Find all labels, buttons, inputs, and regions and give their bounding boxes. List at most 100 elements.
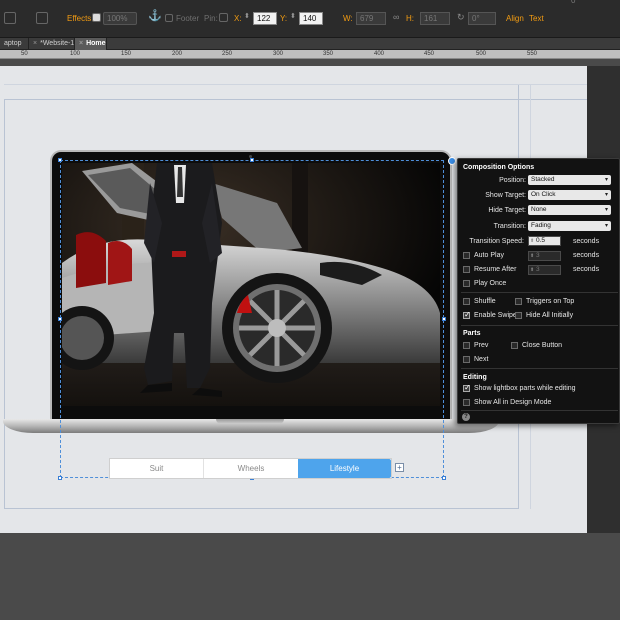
next-checkbox[interactable] [463, 356, 470, 363]
tab-suit-label: Suit [149, 464, 164, 473]
x-label: X: [234, 14, 242, 23]
close-icon[interactable]: × [33, 40, 37, 47]
tab-website[interactable]: × *Website-1 [29, 38, 75, 50]
ruler-number: 550 [527, 51, 538, 57]
y-input[interactable]: 140 [299, 12, 323, 25]
opacity-field[interactable]: 100% [103, 12, 137, 25]
play-once-checkbox[interactable] [463, 280, 470, 287]
h-input[interactable]: 161 [420, 12, 450, 25]
horizontal-ruler[interactable]: 50 100 150 200 250 300 350 400 450 500 5… [0, 50, 620, 59]
next-label: Next [474, 356, 489, 363]
tab-home-label: Home [86, 40, 106, 47]
play-once-label: Play Once [474, 280, 507, 287]
ruler-number: 300 [273, 51, 284, 57]
resume-after-checkbox[interactable] [463, 266, 470, 273]
chevron-down-icon: ▾ [604, 177, 608, 183]
hide-target-value: None [531, 206, 547, 213]
anchor-icon[interactable]: ⚓ [148, 11, 162, 22]
hide-target-label: Hide Target: [488, 207, 526, 214]
close-icon[interactable]: × [79, 40, 83, 47]
seconds-label: seconds [573, 266, 600, 273]
seconds-label: seconds [573, 238, 600, 245]
x-input[interactable]: 122 [253, 12, 277, 25]
tab-lifestyle[interactable]: Lifestyle [298, 459, 391, 478]
add-tab-button[interactable]: + [395, 463, 404, 472]
resize-handle[interactable] [58, 317, 62, 321]
footer-checkbox[interactable] [165, 14, 173, 22]
effects-swatch-icon[interactable] [92, 13, 101, 22]
guide-line [4, 99, 587, 100]
section-divider [461, 292, 618, 293]
link-proportions-icon[interactable]: ∞ [393, 12, 399, 22]
y-label: Y: [280, 14, 288, 23]
position-value: Stacked [531, 176, 555, 183]
help-icon[interactable]: ? [462, 413, 470, 421]
show-all-design-checkbox[interactable] [463, 399, 470, 406]
resize-handle[interactable] [442, 317, 446, 321]
transition-speed-input[interactable]: ⬍ 0.5 [528, 236, 561, 246]
crop-icon[interactable] [4, 12, 16, 24]
pin-grid-icon[interactable] [219, 13, 228, 22]
ruler-number: 450 [424, 51, 435, 57]
guide-line [4, 99, 5, 509]
tab-home[interactable]: × Home [75, 38, 107, 50]
control-toolbar: Effects: 100% ⚓ Footer Pin: X: ⬍ 122 Y: … [0, 0, 620, 38]
h-label: H: [406, 14, 414, 23]
auto-play-input[interactable]: ⬍ 3 [528, 251, 561, 261]
enable-swipe-checkbox[interactable]: ✓ [463, 310, 471, 319]
prev-checkbox[interactable] [463, 342, 470, 349]
chevron-down-icon: ▾ [604, 223, 608, 229]
close-button-checkbox[interactable] [511, 342, 518, 349]
options-arrow-icon[interactable] [448, 157, 456, 165]
transition-speed-value: 0.5 [536, 237, 546, 244]
show-target-select[interactable]: On Click ▾ [528, 190, 611, 200]
triggers-on-top-label: Triggers on Top [526, 298, 575, 305]
ruler-number: 100 [70, 51, 81, 57]
text-menu[interactable]: Text [529, 14, 544, 24]
parts-title: Parts [463, 330, 481, 337]
resize-handle[interactable] [58, 476, 62, 480]
composition-options-panel: Composition Options Position: Stacked ▾ S… [457, 158, 620, 424]
selection-frame[interactable] [60, 160, 444, 478]
x-stepper-icon[interactable]: ⬍ [244, 12, 250, 22]
resize-handle[interactable] [58, 158, 62, 162]
resize-handle[interactable] [250, 158, 254, 162]
position-select[interactable]: Stacked ▾ [528, 175, 611, 185]
show-target-label: Show Target: [485, 192, 526, 199]
section-divider [461, 410, 618, 411]
triggers-on-top-checkbox[interactable] [515, 298, 522, 305]
y-stepper-icon[interactable]: ⬍ [290, 12, 296, 22]
tab-lifestyle-label: Lifestyle [329, 464, 360, 473]
stepper-icon[interactable]: ⬍ [530, 237, 534, 245]
show-all-design-label: Show All in Design Mode [474, 399, 552, 406]
ruler-number: 500 [476, 51, 487, 57]
chevron-down-icon: ▾ [604, 192, 608, 198]
stepper-icon[interactable]: ⬍ [530, 266, 534, 274]
auto-play-checkbox[interactable] [463, 252, 470, 259]
effects-label[interactable]: Effects: [67, 14, 94, 24]
checkmark-icon: ✓ [464, 310, 471, 319]
transition-speed-label: Transition Speed: [469, 238, 524, 245]
stepper-icon[interactable]: ⬍ [530, 252, 534, 260]
rotate-icon[interactable]: ↻ [457, 12, 465, 22]
resume-after-value: 3 [536, 266, 540, 273]
rotation-input[interactable]: 0° [468, 12, 496, 25]
w-input[interactable]: 679 [356, 12, 386, 25]
tab-laptop[interactable]: aptop [0, 38, 29, 50]
section-divider [461, 325, 618, 326]
checkmark-icon: ✓ [464, 383, 471, 392]
tab-suit[interactable]: Suit [110, 459, 204, 478]
transition-select[interactable]: Fading ▾ [528, 221, 611, 231]
show-lightbox-checkbox[interactable]: ✓ [463, 383, 471, 392]
resize-handle[interactable] [442, 476, 446, 480]
muse-editor-window: Effects: 100% ⚓ Footer Pin: X: ⬍ 122 Y: … [0, 0, 620, 620]
align-menu[interactable]: Align [506, 14, 524, 24]
slideshow-tab-bar: Suit Wheels Lifestyle [109, 458, 392, 479]
resume-after-input[interactable]: ⬍ 3 [528, 265, 561, 275]
frame-icon[interactable] [36, 12, 48, 24]
tab-website-label: *Website-1 [40, 40, 75, 47]
hide-all-initially-checkbox[interactable] [515, 312, 522, 319]
tab-wheels[interactable]: Wheels [204, 459, 298, 478]
shuffle-checkbox[interactable] [463, 298, 470, 305]
hide-target-select[interactable]: None ▾ [528, 205, 611, 215]
